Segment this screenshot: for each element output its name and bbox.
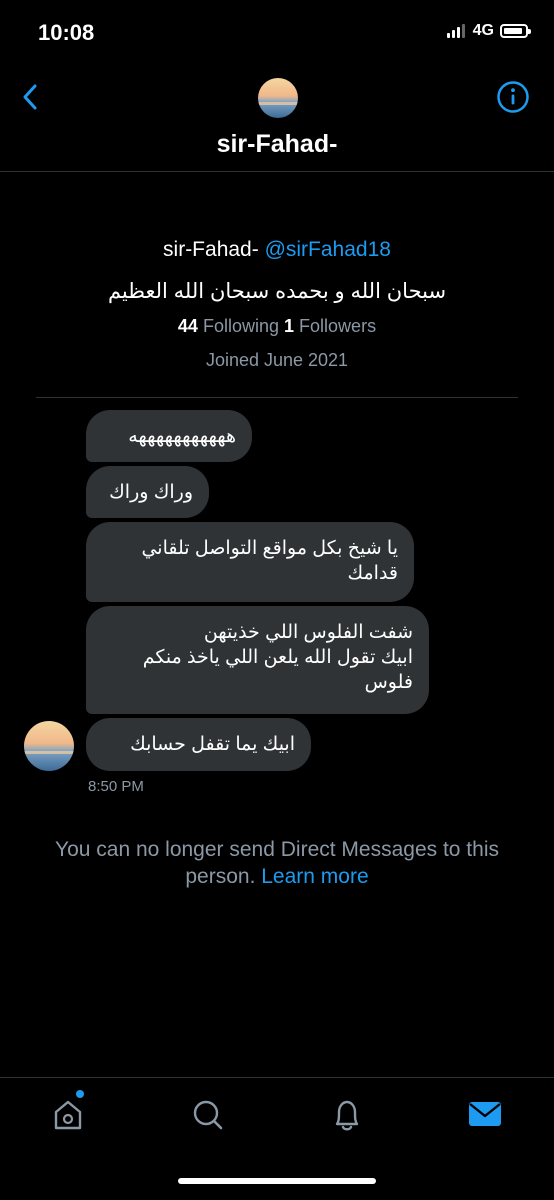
profile-identity[interactable]: sir-Fahad- @sirFahad18 — [0, 238, 554, 262]
conversation-title: sir-Fahad- — [216, 130, 338, 158]
message-bubble[interactable]: شفت الفلوس اللي خذيتهن ابيك تقول الله يل… — [86, 606, 429, 714]
profile-bio: سبحان الله و بحمده سبحان الله العظيم — [107, 280, 447, 303]
followers-label: Followers — [299, 316, 377, 336]
learn-more-link[interactable]: Learn more — [261, 865, 368, 888]
profile-divider — [36, 397, 518, 398]
mail-icon[interactable] — [467, 1094, 503, 1134]
signal-icon — [446, 24, 465, 38]
status-time: 10:08 — [38, 20, 95, 45]
profile-name: sir-Fahad- — [163, 238, 259, 261]
message-bubble[interactable]: هههههههههههه — [86, 410, 252, 462]
notification-badge — [76, 1090, 84, 1098]
message-timestamp: 8:50 PM — [88, 778, 144, 795]
search-icon[interactable] — [190, 1094, 226, 1134]
profile-handle: @sirFahad18 — [264, 238, 391, 261]
dm-disabled-notice: You can no longer send Direct Messages t… — [24, 836, 530, 890]
following-label: Following — [202, 316, 279, 336]
followers-count: 1 — [284, 316, 295, 336]
message-bubble[interactable]: ابيك يما تقفل حسابك — [86, 718, 311, 771]
home-indicator — [178, 1178, 376, 1184]
chevron-left-icon[interactable] — [18, 82, 44, 112]
status-indicators: 4G — [446, 22, 531, 40]
following-count: 44 — [177, 316, 198, 336]
header-divider — [0, 171, 554, 172]
header-avatar[interactable] — [258, 78, 298, 118]
bell-icon[interactable] — [329, 1094, 365, 1134]
sender-avatar[interactable] — [24, 721, 74, 771]
message-bubble[interactable]: يا شيخ بكل مواقع التواصل تلقاني قدامك — [86, 522, 414, 602]
profile-stats: 44 Following 1 Followers — [0, 316, 554, 337]
info-icon[interactable] — [496, 80, 530, 114]
profile-joined: Joined June 2021 — [205, 350, 349, 370]
home-icon[interactable] — [50, 1094, 86, 1134]
message-bubble[interactable]: وراك وراك — [86, 466, 209, 518]
network-label: 4G — [472, 22, 494, 39]
tabbar-divider — [0, 1077, 554, 1078]
battery-icon — [500, 24, 531, 38]
